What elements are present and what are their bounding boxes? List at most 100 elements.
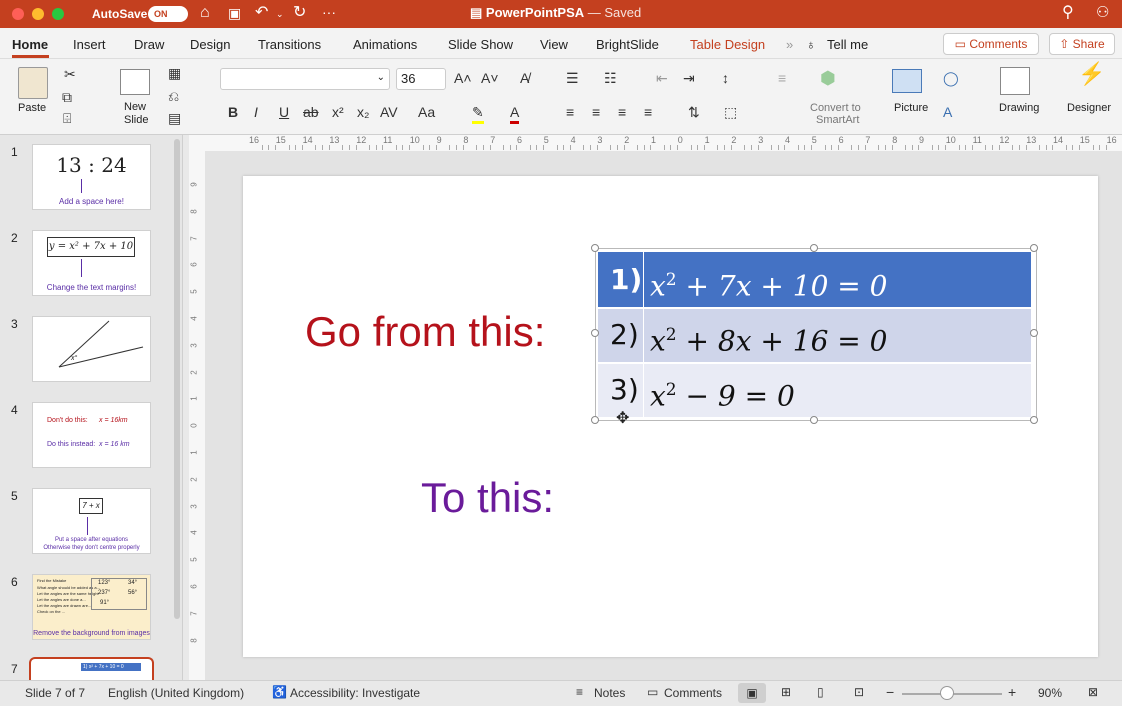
zoom-in-button[interactable]: + xyxy=(1008,684,1016,700)
picture-icon[interactable] xyxy=(892,69,922,93)
slide-thumbnail-6[interactable]: Find the Mistake What angle should be ad… xyxy=(32,574,151,640)
resize-handle[interactable] xyxy=(591,416,599,424)
cut-icon[interactable]: ✂ xyxy=(64,65,76,83)
row-number[interactable]: 2) xyxy=(610,309,639,361)
strikethrough-button[interactable]: ab xyxy=(303,103,319,121)
comments-button[interactable]: ▭ Comments xyxy=(943,33,1039,55)
slide-thumbnail-4[interactable]: Don't do this: x = 16km Do this instead:… xyxy=(32,402,151,468)
section-icon[interactable]: ▤ xyxy=(168,109,181,127)
tab-brightslide[interactable]: BrightSlide xyxy=(596,37,659,52)
minimize-window-button[interactable] xyxy=(32,8,44,20)
notes-icon[interactable]: ≡ xyxy=(576,685,583,699)
bold-button[interactable]: B xyxy=(228,103,238,121)
tab-view[interactable]: View xyxy=(540,37,568,52)
table-row-2[interactable]: 2) x2 + 8x + 16 = 0 xyxy=(598,309,1031,362)
tab-tell-me[interactable]: Tell me xyxy=(827,37,868,52)
resize-handle[interactable] xyxy=(1030,329,1038,337)
home-icon[interactable]: ⌂ xyxy=(200,4,210,22)
accessibility-status[interactable]: Accessibility: Investigate xyxy=(290,686,420,700)
more-icon[interactable]: ··· xyxy=(322,3,336,21)
copy-icon[interactable]: ⧉ xyxy=(62,88,72,106)
resize-handle[interactable] xyxy=(1030,416,1038,424)
change-case-icon[interactable]: Aa xyxy=(418,103,435,121)
font-name-dropdown[interactable]: ⌄ xyxy=(220,68,390,90)
close-window-button[interactable] xyxy=(12,8,24,20)
bullets-icon[interactable]: ☰ xyxy=(566,69,579,87)
fit-to-window-icon[interactable]: ⊠ xyxy=(1088,685,1098,699)
tab-transitions[interactable]: Transitions xyxy=(258,37,321,52)
tab-design[interactable]: Design xyxy=(190,37,230,52)
italic-button[interactable]: I xyxy=(254,103,258,121)
clear-formatting-icon[interactable]: A̸ xyxy=(520,69,529,87)
character-spacing-icon[interactable]: AV xyxy=(380,103,398,121)
align-right-icon[interactable]: ≡ xyxy=(618,103,626,121)
tab-insert[interactable]: Insert xyxy=(73,37,106,52)
tab-animations[interactable]: Animations xyxy=(353,37,417,52)
tab-slide-show[interactable]: Slide Show xyxy=(448,37,513,52)
smartart-icon[interactable]: ⬢ xyxy=(820,69,836,87)
decrease-font-icon[interactable]: A˅ xyxy=(481,69,499,87)
to-this-text[interactable]: To this: xyxy=(421,474,554,522)
align-center-icon[interactable]: ≡ xyxy=(592,103,600,121)
resize-handle[interactable] xyxy=(591,329,599,337)
slide-thumbnail-1[interactable]: 13 : 24 Add a space here! xyxy=(32,144,151,210)
equation-cell[interactable]: x2 + 8x + 16 = 0 xyxy=(650,309,887,367)
font-size-dropdown[interactable]: 36 xyxy=(396,68,446,90)
more-tabs-icon[interactable]: » xyxy=(786,37,793,52)
zoom-out-button[interactable]: − xyxy=(886,684,894,700)
autosave-toggle[interactable]: ON xyxy=(148,6,188,22)
numbering-icon[interactable]: ☷ xyxy=(604,69,617,87)
slide-thumbnail-2[interactable]: y = x² + 7x + 10 Change the text margins… xyxy=(32,230,151,296)
reading-view-button[interactable]: ▯ xyxy=(817,685,824,699)
equation-table[interactable]: 1) x2 + 7x + 10 = 0 2) x2 + 8x + 16 = 0 … xyxy=(598,252,1031,417)
decrease-indent-icon[interactable]: ⇤ xyxy=(656,69,668,87)
slide-thumbnail-7-selected[interactable]: 1) x² + 7x + 10 = 0 xyxy=(29,657,154,680)
equation-cell[interactable]: x2 − 9 = 0 xyxy=(650,364,795,422)
paste-icon[interactable] xyxy=(18,67,48,99)
account-icon[interactable]: ⚇ xyxy=(1096,4,1109,22)
save-icon[interactable]: ▣ xyxy=(228,4,241,22)
format-painter-icon[interactable]: ⌹ xyxy=(63,109,71,127)
layout-icon[interactable]: ▦ xyxy=(168,64,181,82)
go-from-text[interactable]: Go from this: xyxy=(305,308,545,356)
zoom-slider-thumb[interactable] xyxy=(940,686,954,700)
resize-handle[interactable] xyxy=(1030,244,1038,252)
tab-home[interactable]: Home xyxy=(12,37,48,52)
slide-thumbnail-3[interactable]: x° xyxy=(32,316,151,382)
undo-dropdown-icon[interactable]: ⌄ xyxy=(276,5,284,23)
slideshow-button[interactable]: ⊡ xyxy=(854,685,864,699)
align-text-icon[interactable]: ⬚ xyxy=(724,103,737,121)
increase-font-icon[interactable]: A˄ xyxy=(454,69,472,87)
resize-handle[interactable] xyxy=(810,244,818,252)
new-slide-icon[interactable] xyxy=(120,69,150,95)
justify-icon[interactable]: ≡ xyxy=(644,103,652,121)
textbox-icon[interactable]: A xyxy=(943,103,952,121)
zoom-window-button[interactable] xyxy=(52,8,64,20)
drawing-icon[interactable] xyxy=(1000,67,1030,95)
comments-status-icon[interactable]: ▭ xyxy=(647,685,658,699)
slide-thumbnail-5[interactable]: 7 + x Put a space after equations Otherw… xyxy=(32,488,151,554)
notes-button[interactable]: Notes xyxy=(594,686,625,700)
text-direction-icon[interactable]: ⇅ xyxy=(688,103,700,121)
line-spacing-icon[interactable]: ↕ xyxy=(722,69,729,87)
resize-handle[interactable] xyxy=(810,416,818,424)
subscript-button[interactable]: x₂ xyxy=(357,103,369,121)
superscript-button[interactable]: x² xyxy=(332,103,344,121)
tab-table-design[interactable]: Table Design xyxy=(690,37,765,52)
columns-icon[interactable]: ≡ xyxy=(778,69,786,87)
table-row-3[interactable]: 3) x2 − 9 = 0 xyxy=(598,364,1031,417)
share-button[interactable]: ⇧ Share xyxy=(1049,33,1115,55)
tab-draw[interactable]: Draw xyxy=(134,37,164,52)
undo-icon[interactable]: ↶ xyxy=(255,4,268,22)
table-row-1[interactable]: 1) x2 + 7x + 10 = 0 xyxy=(598,252,1031,307)
redo-icon[interactable]: ↻ xyxy=(293,4,306,22)
increase-indent-icon[interactable]: ⇥ xyxy=(683,69,695,87)
language-status[interactable]: English (United Kingdom) xyxy=(108,686,244,700)
reset-icon[interactable]: ⎌ xyxy=(168,87,179,105)
zoom-level[interactable]: 90% xyxy=(1038,686,1062,700)
highlight-icon[interactable]: ✎ xyxy=(472,103,484,124)
normal-view-button[interactable]: ▣ xyxy=(738,683,766,703)
row-number[interactable]: 1) xyxy=(610,254,642,306)
shapes-icon[interactable]: ◯ xyxy=(943,69,959,87)
designer-icon[interactable]: ⚡ xyxy=(1078,63,1105,85)
